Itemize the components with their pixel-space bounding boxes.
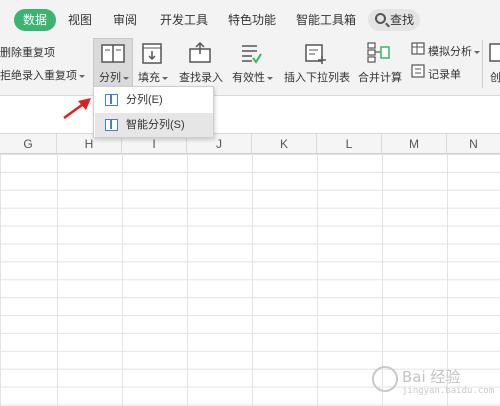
column-header-g[interactable]: G [0, 134, 57, 154]
tab-smart-toolbox[interactable]: 智能工具箱 [296, 9, 356, 31]
tab-special-features[interactable]: 特色功能 [228, 9, 276, 31]
watermark-logo [372, 366, 398, 392]
ribbon-toolbar: 删除重复项 拒绝录入重复项 分列 填充 查找录入 有效性 插入下拉列表 合并计算… [0, 38, 500, 96]
chevron-down-icon [267, 76, 273, 80]
grid-column-line [187, 154, 188, 406]
chevron-down-icon [162, 76, 168, 80]
split-column-label: 分列 [99, 72, 121, 84]
search-icon [375, 13, 386, 24]
search-label: 查找 [390, 13, 415, 27]
column-header-l[interactable]: L [317, 134, 382, 154]
split-column-icon [105, 94, 118, 106]
split-column-label-wrap: 分列 [99, 69, 129, 85]
remove-duplicates-button[interactable]: 删除重复项 [0, 44, 55, 60]
insert-dropdown-icon [305, 44, 326, 64]
find-entry-button[interactable]: 查找录入 [179, 69, 223, 85]
fill-button[interactable]: 填充 [138, 69, 168, 85]
ribbon-separator [482, 40, 483, 88]
grid-column-line [122, 154, 123, 406]
column-header-m[interactable]: M [382, 134, 447, 154]
watermark-url: jingyan.baidu.com [402, 386, 495, 396]
menu-item-smart-split[interactable]: 智能分列(S) [95, 113, 213, 137]
record-form-button[interactable]: 记录单 [428, 66, 461, 82]
menu-tab-bar: 数据 视图 审阅 开发工具 特色功能 智能工具箱 查找 [0, 0, 500, 38]
column-header-k[interactable]: K [252, 134, 317, 154]
grid-column-line [252, 154, 253, 406]
tab-developer[interactable]: 开发工具 [160, 9, 208, 31]
column-header-row: G H I J K L M N [0, 134, 500, 154]
column-header-n[interactable]: N [447, 134, 500, 154]
simulation-label: 模拟分析 [428, 46, 472, 58]
insert-dropdown-button[interactable]: 插入下拉列表 [284, 69, 350, 85]
merge-calc-button[interactable]: 合并计算 [358, 69, 402, 85]
watermark: Bai 经验 jingyan.baidu.com [372, 360, 496, 400]
menu-item-split-label: 分列(E) [126, 94, 163, 106]
tab-view[interactable]: 视图 [68, 9, 92, 31]
chevron-down-icon [123, 76, 129, 80]
chevron-down-icon [79, 74, 85, 78]
create-icon [489, 43, 500, 62]
fill-label: 填充 [138, 72, 160, 84]
simulation-icon [411, 42, 425, 55]
menu-item-smart-split-label: 智能分列(S) [126, 119, 185, 131]
menu-item-split[interactable]: 分列(E) [95, 88, 213, 112]
merge-calc-icon [367, 42, 390, 63]
split-column-icon [101, 44, 125, 63]
validity-icon [242, 45, 262, 64]
search-button[interactable]: 查找 [368, 9, 420, 31]
validity-button[interactable]: 有效性 [232, 69, 273, 85]
reject-duplicates-label: 拒绝录入重复项 [0, 70, 77, 82]
split-column-menu: 分列(E) 智能分列(S) [93, 86, 214, 138]
tab-review[interactable]: 审阅 [113, 9, 137, 31]
reject-duplicates-button[interactable]: 拒绝录入重复项 [0, 67, 85, 83]
grid-column-line [57, 154, 58, 406]
red-arrow-annotation [63, 98, 91, 120]
tab-data[interactable]: 数据 [14, 9, 57, 31]
fill-icon [142, 43, 162, 64]
grid-column-line [317, 154, 318, 406]
record-form-icon [411, 64, 425, 78]
create-button[interactable]: 创 [490, 69, 500, 85]
simulation-analysis-button[interactable]: 模拟分析 [428, 43, 480, 59]
validity-label: 有效性 [232, 72, 265, 84]
watermark-text: Bai 经验 [402, 368, 461, 386]
smart-split-icon [105, 119, 118, 131]
find-entry-icon [189, 42, 211, 63]
chevron-down-icon [474, 50, 480, 54]
